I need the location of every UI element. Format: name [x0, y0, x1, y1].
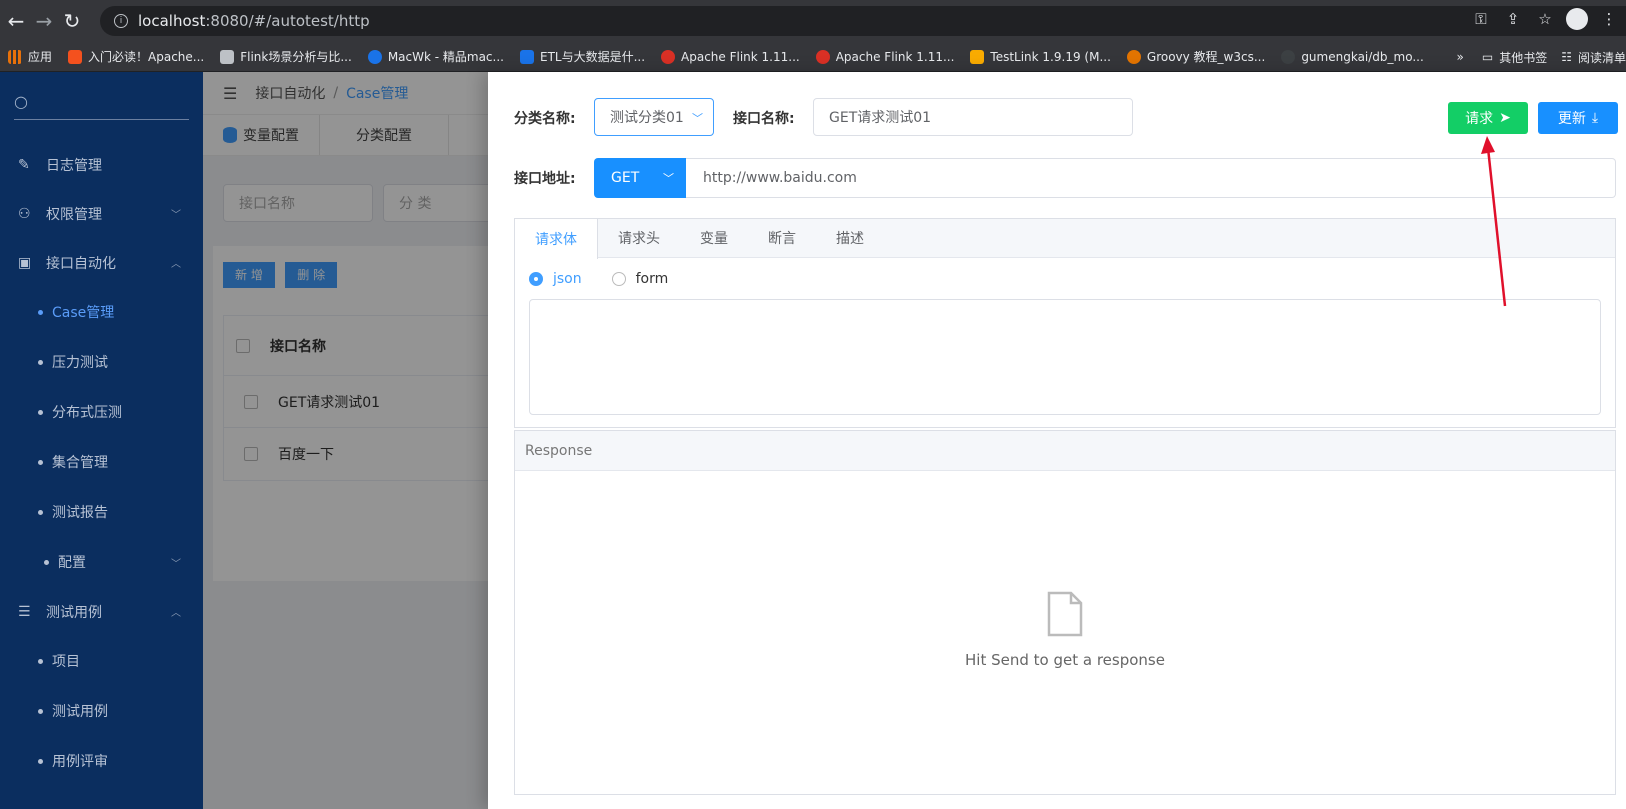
response-panel: Response Hit Send to get a response [514, 430, 1616, 795]
reading-list[interactable]: 阅读清单 [1578, 49, 1626, 66]
back-icon[interactable]: ← [2, 7, 30, 35]
add-button[interactable]: 新 增 [223, 262, 275, 288]
name-label: 接口名称: [733, 111, 795, 127]
kebab-menu-icon[interactable]: ⋮ [1598, 8, 1620, 30]
breadcrumb-current: Case管理 [346, 86, 409, 102]
body-type-radios: json form [529, 271, 668, 287]
apps-grid-icon [8, 49, 22, 64]
bookmark-favicon [661, 49, 676, 64]
table-row[interactable]: 百度一下 [224, 428, 512, 480]
bookmark-favicon [1126, 49, 1141, 64]
bookmark-favicon [68, 49, 83, 64]
bookmark-favicon [970, 49, 985, 64]
case-edit-drawer: 分类名称: 测试分类01 ﹀ 接口名称: GET请求测试01 请求 ➤ 更新 ⤓… [488, 72, 1626, 809]
bookmark-favicon [519, 49, 534, 64]
update-button[interactable]: 更新 ⤓ [1538, 102, 1618, 134]
tab-assertions[interactable]: 断言 [748, 219, 816, 257]
tab-variables[interactable]: 变量配置 [203, 115, 320, 155]
chevron-down-icon: ﹀ [663, 172, 674, 185]
request-tabs: 请求体 请求头 变量 断言 描述 [515, 219, 1615, 259]
request-body-editor[interactable] [529, 299, 1601, 415]
address-bar[interactable]: i localhost :8080/#/autotest/http [100, 6, 1626, 36]
reload-icon[interactable]: ↻ [58, 7, 86, 35]
profile-avatar[interactable] [1566, 8, 1588, 30]
delete-button[interactable]: 删 除 [285, 262, 338, 288]
bookmark-item[interactable]: ETL与大数据是什... [519, 48, 645, 65]
bookmark-favicon [220, 49, 235, 64]
send-button[interactable]: 请求 ➤ [1448, 102, 1528, 134]
folder-icon: ▭ [1481, 50, 1494, 64]
name-input[interactable]: GET请求测试01 [813, 98, 1133, 136]
method-select[interactable]: GET ﹀ [594, 158, 686, 198]
bookmark-item[interactable]: TestLink 1.9.19 (M... [970, 49, 1111, 64]
other-bookmarks[interactable]: 其他书签 [1499, 49, 1547, 66]
bookmarks-overflow-button[interactable]: » [1457, 50, 1464, 64]
key-icon[interactable]: ⚿ [1470, 8, 1492, 30]
response-header: Response [515, 431, 1615, 471]
database-icon [223, 127, 237, 143]
bookmark-item[interactable]: MacWk - 精品mac... [367, 48, 504, 65]
tab-request-headers[interactable]: 请求头 [598, 219, 680, 257]
hamburger-icon[interactable]: ☰ [223, 84, 237, 103]
filter-name-input[interactable]: 接口名称 [223, 184, 373, 222]
url-host: localhost [138, 12, 206, 30]
bookmark-favicon [367, 49, 382, 64]
star-icon[interactable]: ☆ [1534, 8, 1556, 30]
bookmark-item[interactable]: Apache Flink 1.11... [661, 49, 800, 64]
select-all-checkbox[interactable] [236, 338, 250, 353]
download-icon: ⤓ [1591, 110, 1599, 126]
browser-toolbar: ← → ↻ i localhost :8080/#/autotest/http … [0, 0, 1626, 42]
paper-plane-icon: ➤ [1499, 110, 1511, 126]
case-list-card: 新 增 删 除 接口名称 GET请求测试01 百度一下 [213, 246, 513, 581]
bookmark-item[interactable]: 入门必读！Apache... [68, 48, 204, 65]
request-panel: 请求体 请求头 变量 断言 描述 json form [514, 218, 1616, 428]
row-checkbox[interactable] [244, 394, 258, 409]
url-input[interactable]: http://www.baidu.com [686, 158, 1616, 198]
github-icon [1281, 49, 1296, 64]
bookmark-item[interactable]: Flink场景分析与比... [220, 48, 352, 65]
radio-form[interactable]: form [611, 271, 668, 287]
category-select[interactable]: 测试分类01 ﹀ [594, 98, 714, 136]
bookmark-item[interactable]: Groovy 教程_w3cs... [1126, 48, 1265, 65]
bookmark-apps[interactable]: 应用 [8, 48, 52, 65]
table-header: 接口名称 [224, 316, 512, 376]
breadcrumb-root[interactable]: 接口自动化 [255, 83, 325, 103]
case-table: 接口名称 GET请求测试01 百度一下 [223, 315, 513, 481]
document-icon [1047, 591, 1083, 637]
category-label: 分类名称: [514, 111, 576, 127]
tab-variables[interactable]: 变量 [680, 219, 748, 257]
chevron-down-icon: ﹀ [692, 112, 703, 125]
table-row[interactable]: GET请求测试01 [224, 376, 512, 428]
bookmarks-bar: 应用 入门必读！Apache... Flink场景分析与比... MacWk -… [0, 42, 1626, 72]
share-icon[interactable]: ⇪ [1502, 8, 1524, 30]
tab-request-body[interactable]: 请求体 [515, 219, 598, 259]
tab-categories[interactable]: 分类配置 [320, 115, 449, 155]
bookmark-favicon [815, 49, 830, 64]
response-empty-state: Hit Send to get a response [515, 591, 1615, 669]
url-label: 接口地址: [514, 171, 576, 187]
reading-list-icon: ☷ [1561, 50, 1572, 64]
url-path: :8080/#/autotest/http [205, 12, 370, 30]
sidebar-overlay [0, 72, 203, 809]
info-icon[interactable]: i [114, 14, 128, 28]
bookmark-item[interactable]: Apache Flink 1.11... [815, 49, 954, 64]
tab-description[interactable]: 描述 [816, 219, 884, 257]
radio-json[interactable]: json [529, 271, 582, 287]
bookmark-item[interactable]: gumengkai/db_mo... [1281, 49, 1424, 64]
breadcrumb-separator: / [333, 85, 339, 101]
forward-icon[interactable]: → [30, 7, 58, 35]
row-checkbox[interactable] [244, 447, 258, 461]
